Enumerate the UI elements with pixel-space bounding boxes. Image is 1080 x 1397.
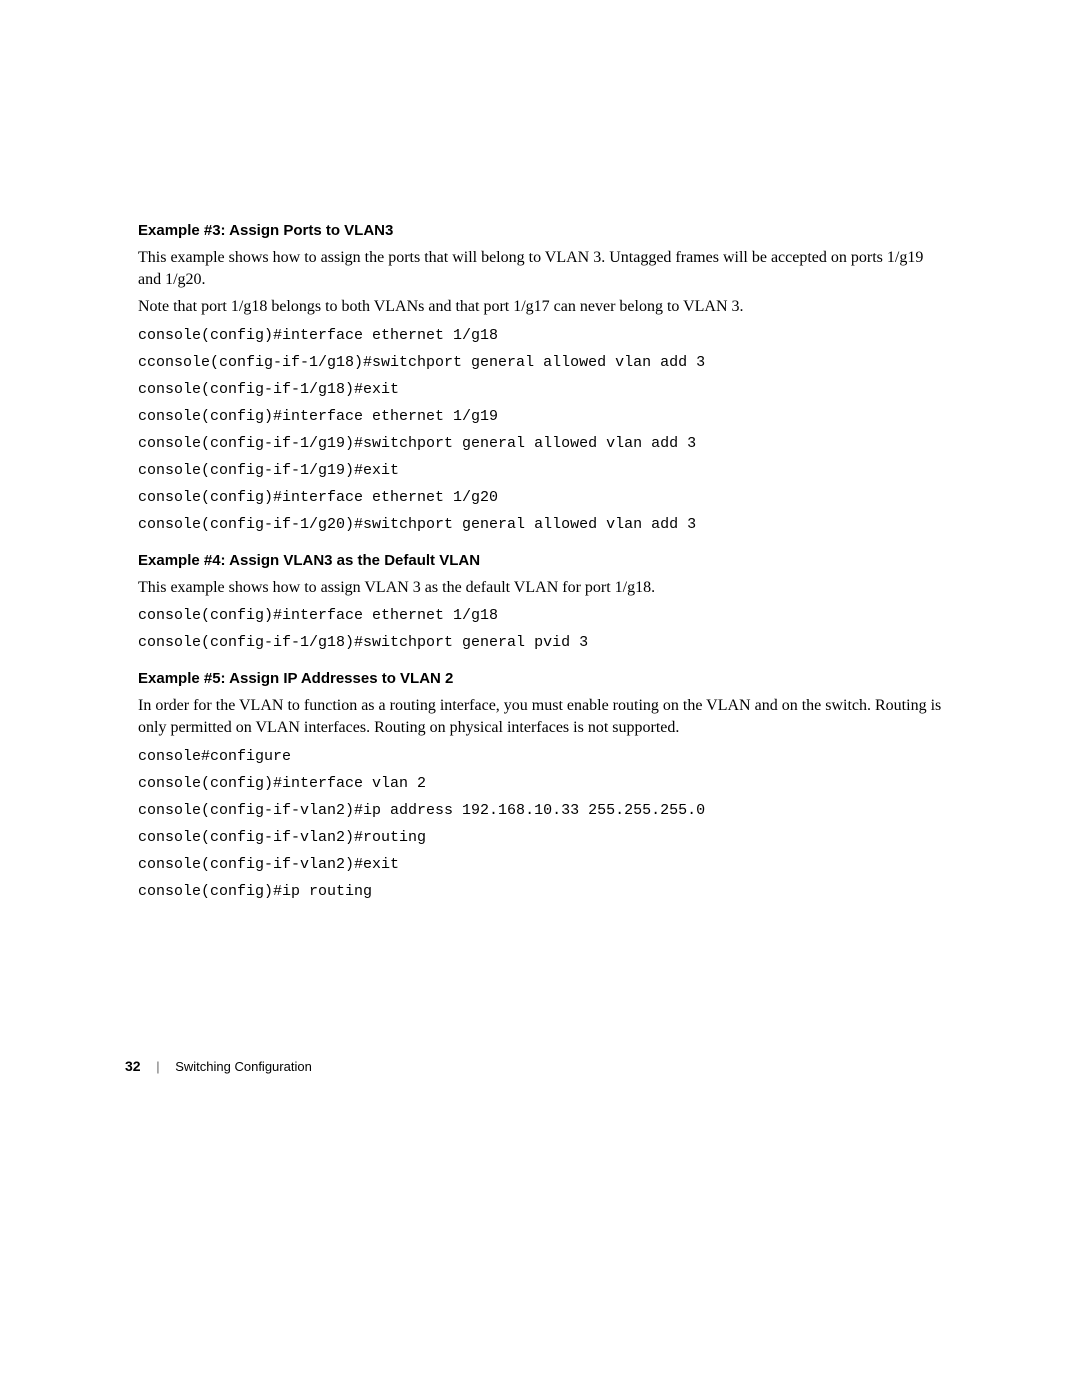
code-line: console(config)#interface ethernet 1/g18 xyxy=(138,608,948,623)
code-line: console(config-if-vlan2)#exit xyxy=(138,857,948,872)
code-line: console(config)#interface vlan 2 xyxy=(138,776,948,791)
section-example-4: Example #4: Assign VLAN3 as the Default … xyxy=(138,552,948,651)
page-number: 32 xyxy=(125,1058,141,1074)
code-line: console(config-if-1/g19)#exit xyxy=(138,463,948,478)
section-example-5: Example #5: Assign IP Addresses to VLAN … xyxy=(138,670,948,898)
para-example-3-1: This example shows how to assign the por… xyxy=(138,247,948,290)
page-footer: 32 | Switching Configuration xyxy=(125,1058,312,1074)
code-line: console(config-if-1/g18)#switchport gene… xyxy=(138,635,948,650)
footer-separator: | xyxy=(156,1059,159,1074)
code-line: console#configure xyxy=(138,749,948,764)
code-line: cconsole(config-if-1/g18)#switchport gen… xyxy=(138,355,948,370)
code-line: console(config)#ip routing xyxy=(138,884,948,899)
code-line: console(config-if-1/g18)#exit xyxy=(138,382,948,397)
para-example-5-1: In order for the VLAN to function as a r… xyxy=(138,695,948,738)
heading-example-4: Example #4: Assign VLAN3 as the Default … xyxy=(138,552,948,569)
para-example-4-1: This example shows how to assign VLAN 3 … xyxy=(138,577,948,599)
code-line: console(config)#interface ethernet 1/g18 xyxy=(138,328,948,343)
code-line: console(config-if-1/g20)#switchport gene… xyxy=(138,517,948,532)
code-line: console(config-if-vlan2)#routing xyxy=(138,830,948,845)
heading-example-5: Example #5: Assign IP Addresses to VLAN … xyxy=(138,670,948,687)
footer-title: Switching Configuration xyxy=(175,1059,312,1074)
code-line: console(config)#interface ethernet 1/g19 xyxy=(138,409,948,424)
section-example-3: Example #3: Assign Ports to VLAN3 This e… xyxy=(138,222,948,532)
page-content: Example #3: Assign Ports to VLAN3 This e… xyxy=(138,222,948,911)
code-line: console(config-if-1/g19)#switchport gene… xyxy=(138,436,948,451)
code-line: console(config-if-vlan2)#ip address 192.… xyxy=(138,803,948,818)
heading-example-3: Example #3: Assign Ports to VLAN3 xyxy=(138,222,948,239)
para-example-3-2: Note that port 1/g18 belongs to both VLA… xyxy=(138,296,948,318)
code-line: console(config)#interface ethernet 1/g20 xyxy=(138,490,948,505)
